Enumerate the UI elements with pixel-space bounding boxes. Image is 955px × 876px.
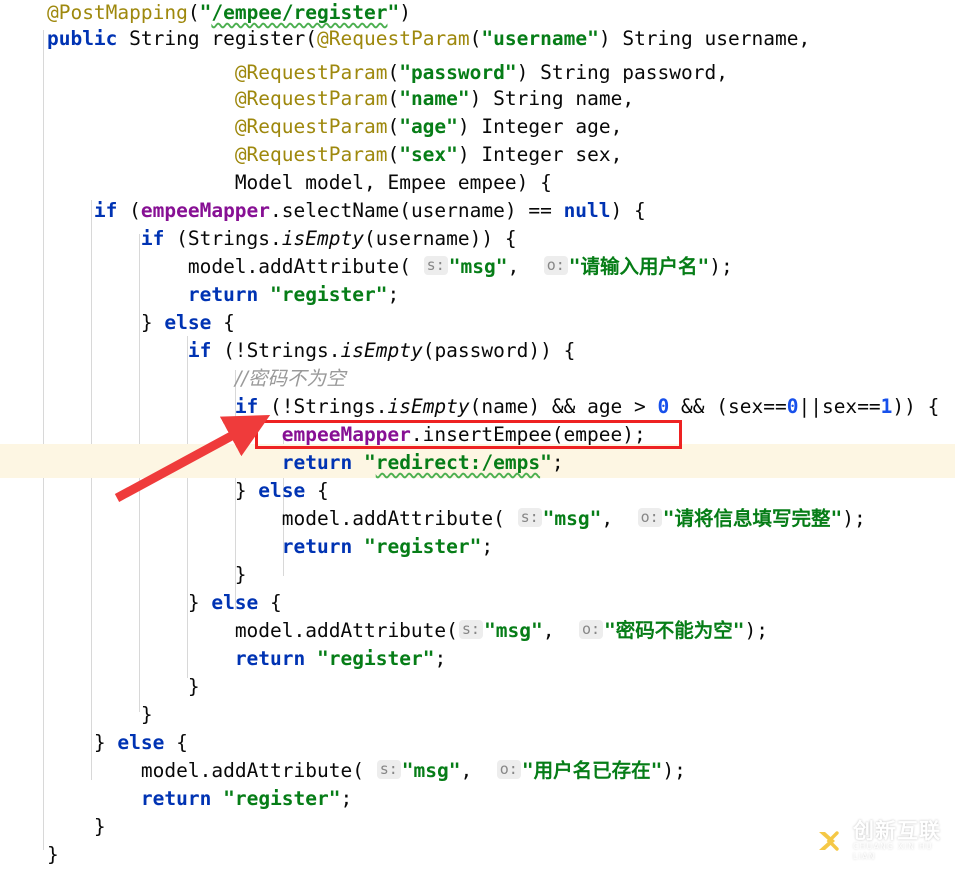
token-keyword: if bbox=[234, 395, 259, 418]
token-keyword: public bbox=[46, 27, 118, 50]
token-keyword: else bbox=[211, 591, 259, 614]
token-annotation: @RequestParam bbox=[317, 27, 470, 50]
token-keyword: else bbox=[258, 479, 306, 502]
token-keyword: return bbox=[234, 647, 306, 670]
watermark-text: 创新互联 CHUANG XIN HU LIAN bbox=[853, 820, 947, 862]
token-keyword: if bbox=[140, 227, 165, 250]
token-type: Empee bbox=[387, 171, 447, 194]
token-type: Model bbox=[234, 171, 294, 194]
parameter-hint-s[interactable]: s: bbox=[376, 760, 401, 779]
token-string-cjk: 请输入用户名 bbox=[580, 255, 698, 278]
token-string: sex bbox=[410, 143, 447, 166]
parameter-hint-o[interactable]: o: bbox=[578, 620, 603, 639]
token-string-cjk: 用户名已存在 bbox=[533, 759, 651, 782]
token-string: register bbox=[281, 283, 376, 306]
token-keyword: else bbox=[117, 731, 165, 754]
token-keyword: return bbox=[281, 451, 353, 474]
token-field: empeeMapper bbox=[140, 199, 271, 222]
token-annotation: @RequestParam bbox=[234, 143, 388, 166]
token-method: addAttribute bbox=[305, 619, 447, 642]
token-static-method: isEmpty bbox=[281, 227, 364, 250]
token-string: register bbox=[375, 535, 470, 558]
parameter-hint-s[interactable]: s: bbox=[423, 256, 448, 275]
token-annotation: @RequestParam bbox=[234, 61, 388, 84]
parameter-hint-s[interactable]: s: bbox=[458, 620, 483, 639]
code-editor[interactable]: @PostMapping("/empee/register") public S… bbox=[0, 0, 955, 876]
token-keyword: return bbox=[187, 283, 259, 306]
token-string: redirect:/emps bbox=[375, 451, 541, 474]
watermark-en: CHUANG XIN HU LIAN bbox=[853, 842, 933, 861]
token-string: msg bbox=[554, 507, 590, 530]
token-string: register bbox=[234, 787, 329, 810]
token-keyword: return bbox=[281, 535, 353, 558]
token-type: String bbox=[129, 27, 200, 50]
parameter-hint-o[interactable]: o: bbox=[637, 508, 662, 527]
token-type: Strings bbox=[187, 227, 271, 250]
token-annotation: @RequestParam bbox=[234, 87, 388, 110]
token-annotation: @RequestParam bbox=[234, 115, 388, 138]
token-static-method: isEmpty bbox=[387, 395, 470, 418]
token-number: 1 bbox=[880, 395, 893, 418]
token-annotation: @PostMapping bbox=[46, 1, 188, 24]
token-method: addAttribute bbox=[352, 507, 494, 530]
token-keyword: else bbox=[164, 311, 212, 334]
token-string: username bbox=[493, 27, 588, 50]
token-method: addAttribute bbox=[258, 255, 400, 278]
token-method: selectName bbox=[281, 199, 400, 222]
token-string-cjk: 密码不能为空 bbox=[615, 619, 733, 642]
watermark-cn: 创新互联 bbox=[853, 819, 941, 843]
token-type: Strings bbox=[246, 339, 329, 362]
annotation-red-box bbox=[255, 420, 682, 449]
watermark-logo-icon bbox=[807, 820, 849, 862]
token-number: 0 bbox=[786, 395, 799, 418]
token-string: msg bbox=[495, 619, 531, 642]
token-number: 0 bbox=[657, 395, 670, 418]
token-keyword: if bbox=[187, 339, 212, 362]
token-keyword: if bbox=[93, 199, 118, 222]
token-string: msg bbox=[413, 759, 449, 782]
token-string: register bbox=[328, 647, 423, 670]
token-string: msg bbox=[460, 255, 496, 278]
token-string: name bbox=[410, 87, 458, 110]
code-line[interactable]: public String register(@RequestParam("us… bbox=[0, 22, 955, 56]
parameter-hint-o[interactable]: o: bbox=[543, 256, 568, 275]
token-keyword: null bbox=[563, 199, 611, 222]
parameter-hint-s[interactable]: s: bbox=[517, 508, 542, 527]
token-string: password bbox=[410, 61, 505, 84]
token-static-method: isEmpty bbox=[340, 339, 423, 362]
token-string: /empee/register bbox=[211, 1, 388, 24]
watermark: 创新互联 CHUANG XIN HU LIAN bbox=[807, 816, 947, 866]
token-method: register bbox=[211, 27, 306, 50]
token-string: age bbox=[410, 115, 447, 138]
token-type: Strings bbox=[293, 395, 376, 418]
token-method: addAttribute bbox=[211, 759, 353, 782]
parameter-hint-o[interactable]: o: bbox=[496, 760, 521, 779]
token-comment: //密码不为空 bbox=[234, 367, 346, 390]
token-keyword: return bbox=[140, 787, 212, 810]
token-string-cjk: 请将信息填写完整 bbox=[674, 507, 831, 530]
